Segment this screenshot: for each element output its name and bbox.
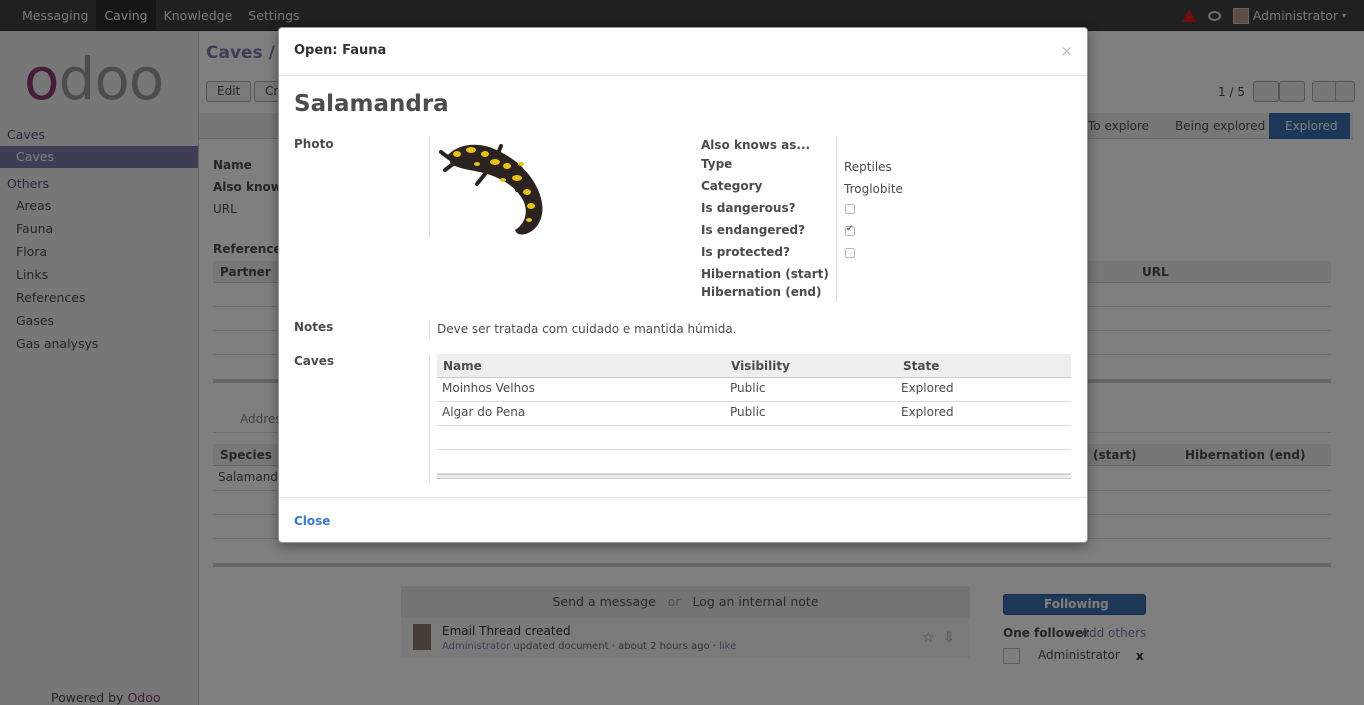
cave-name: Algar do Pena xyxy=(442,405,526,419)
type-label: Type xyxy=(701,157,733,171)
photo-label: Photo xyxy=(294,137,334,151)
notes-label: Notes xyxy=(294,320,334,334)
table-row[interactable]: Moinhos Velhos Public Explored xyxy=(437,378,1071,402)
cave-state: Explored xyxy=(901,405,954,419)
protected-label: Is protected? xyxy=(701,245,790,259)
close-icon[interactable]: × xyxy=(1060,42,1073,60)
endangered-checkbox[interactable] xyxy=(845,224,855,236)
dialog-title: Open: Fauna xyxy=(294,43,387,58)
table-row-empty[interactable] xyxy=(437,450,1071,474)
dialog-footer: Close xyxy=(279,497,1087,543)
cave-name: Moinhos Velhos xyxy=(442,381,535,395)
table-row-empty[interactable] xyxy=(437,426,1071,450)
divider xyxy=(429,136,430,238)
protected-checkbox[interactable] xyxy=(845,248,855,258)
table-footer xyxy=(437,474,1071,479)
salamander-photo[interactable] xyxy=(437,134,555,242)
hibernation-start-label: Hibernation (start) xyxy=(701,267,829,281)
cave-state: Explored xyxy=(901,381,954,395)
notes-value[interactable]: Deve ser tratada com cuidado e mantida h… xyxy=(437,322,737,336)
category-value[interactable]: Troglobite xyxy=(844,182,903,196)
fauna-dialog: Open: Fauna × Salamandra Photo Also know… xyxy=(278,27,1088,543)
type-value[interactable]: Reptiles xyxy=(844,160,892,174)
caves-table: Name Visibility State Moinhos Velhos Pub… xyxy=(437,354,1071,479)
divider xyxy=(836,136,837,302)
dialog-header: Open: Fauna × xyxy=(279,28,1087,76)
category-label: Category xyxy=(701,179,763,193)
dangerous-label: Is dangerous? xyxy=(701,201,796,215)
caves-table-header: Name Visibility State xyxy=(437,354,1071,378)
cave-visibility: Public xyxy=(730,381,766,395)
also-knows-label: Also knows as... xyxy=(701,138,811,152)
col-visibility[interactable]: Visibility xyxy=(731,359,790,373)
dangerous-checkbox[interactable] xyxy=(845,204,855,214)
close-button[interactable]: Close xyxy=(294,514,330,528)
divider xyxy=(429,320,430,340)
caves-label: Caves xyxy=(294,354,335,368)
hibernation-end-label: Hibernation (end) xyxy=(701,285,822,299)
col-name[interactable]: Name xyxy=(443,359,482,373)
cave-visibility: Public xyxy=(730,405,766,419)
table-row[interactable]: Algar do Pena Public Explored xyxy=(437,402,1071,426)
record-name: Salamandra xyxy=(294,91,449,117)
col-state[interactable]: State xyxy=(903,359,939,373)
endangered-label: Is endangered? xyxy=(701,223,806,237)
divider xyxy=(429,354,430,484)
